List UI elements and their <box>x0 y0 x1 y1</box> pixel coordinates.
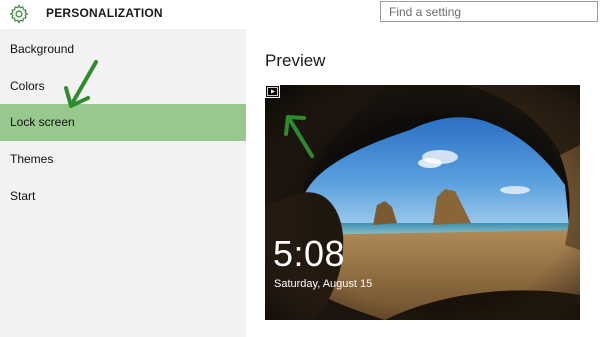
sidebar-item-label: Colors <box>10 79 45 93</box>
sidebar-item-label: Start <box>10 189 36 203</box>
sidebar-item-lock-screen[interactable]: Lock screen <box>0 104 246 141</box>
page-title: PERSONALIZATION <box>46 6 163 20</box>
sidebar: Background Colors Lock screen Themes Sta… <box>0 29 246 337</box>
sidebar-item-label: Background <box>10 42 75 56</box>
sidebar-item-background[interactable]: Background <box>0 31 246 68</box>
annotation-arrow-icon <box>284 115 314 158</box>
sidebar-item-colors[interactable]: Colors <box>0 68 246 105</box>
section-title: Preview <box>265 51 326 70</box>
annotation-arrow-icon <box>64 60 98 108</box>
gear-icon <box>9 4 29 24</box>
sidebar-item-start[interactable]: Start <box>0 178 246 215</box>
lock-screen-date: Saturday, August 15 <box>274 278 373 290</box>
sidebar-item-label: Lock screen <box>10 115 75 129</box>
sidebar-item-label: Themes <box>10 152 54 166</box>
lock-screen-time: 5:08 <box>273 233 346 274</box>
header-bar: PERSONALIZATION <box>0 0 600 29</box>
sidebar-item-themes[interactable]: Themes <box>0 141 246 178</box>
search-box[interactable] <box>380 1 598 22</box>
search-input[interactable] <box>381 2 597 21</box>
slideshow-icon <box>265 85 280 98</box>
